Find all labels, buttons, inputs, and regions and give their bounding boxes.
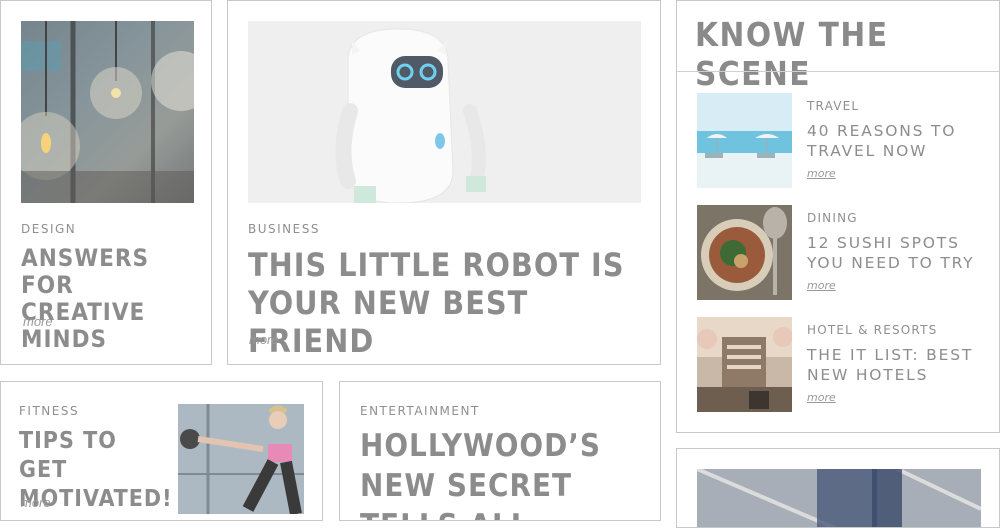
more-link[interactable]: more bbox=[807, 279, 836, 292]
article-card-entertainment[interactable]: ENTERTAINMENT HOLLYWOOD’S NEW SECRET TEL… bbox=[339, 381, 661, 521]
divider bbox=[677, 71, 999, 72]
more-link[interactable]: more bbox=[21, 495, 51, 510]
hotel-lobby-image[interactable] bbox=[697, 317, 792, 412]
article-headline[interactable]: ANSWERS FOR CREATIVE MINDS bbox=[21, 245, 201, 353]
sushi-bowl-image[interactable] bbox=[697, 205, 792, 300]
category-label: BUSINESS bbox=[248, 222, 320, 236]
article-card-business[interactable]: BUSINESS THIS LITTLE ROBOT IS YOUR NEW B… bbox=[227, 0, 661, 365]
category-label: DESIGN bbox=[21, 222, 77, 236]
item-headline[interactable]: THE IT LIST: BEST NEW HOTELS bbox=[807, 345, 987, 385]
article-headline[interactable]: HOLLYWOOD’S NEW SECRET TELLS ALL bbox=[360, 426, 660, 520]
item-category: HOTEL & RESORTS bbox=[807, 323, 938, 337]
item-headline[interactable]: 12 SUSHI SPOTS YOU NEED TO TRY bbox=[807, 233, 987, 273]
item-category: TRAVEL bbox=[807, 99, 860, 113]
pendant-lights-image[interactable] bbox=[21, 21, 194, 203]
article-card-partial[interactable] bbox=[676, 448, 1000, 528]
stairs-image[interactable] bbox=[697, 469, 981, 527]
fitness-woman-image[interactable] bbox=[178, 404, 304, 514]
more-link[interactable]: more bbox=[807, 167, 836, 180]
article-card-design[interactable]: DESIGN ANSWERS FOR CREATIVE MINDS more bbox=[0, 0, 212, 365]
robot-image[interactable] bbox=[248, 21, 641, 203]
category-label: ENTERTAINMENT bbox=[360, 404, 480, 418]
beach-image[interactable] bbox=[697, 93, 792, 188]
more-link[interactable]: more bbox=[249, 332, 279, 347]
more-link[interactable]: more bbox=[23, 314, 53, 329]
article-headline[interactable]: THIS LITTLE ROBOT IS YOUR NEW BEST FRIEN… bbox=[248, 246, 648, 360]
know-the-scene-panel: KNOW THE SCENE TRAVEL 40 REASONS TO TRAV… bbox=[676, 0, 1000, 433]
panel-title: KNOW THE SCENE bbox=[695, 15, 889, 93]
item-category: DINING bbox=[807, 211, 858, 225]
article-card-fitness[interactable]: FITNESS TIPS TO GET MOTIVATED! more bbox=[0, 381, 323, 521]
category-label: FITNESS bbox=[19, 404, 80, 418]
item-headline[interactable]: 40 REASONS TO TRAVEL NOW bbox=[807, 121, 987, 161]
more-link[interactable]: more bbox=[807, 391, 836, 404]
